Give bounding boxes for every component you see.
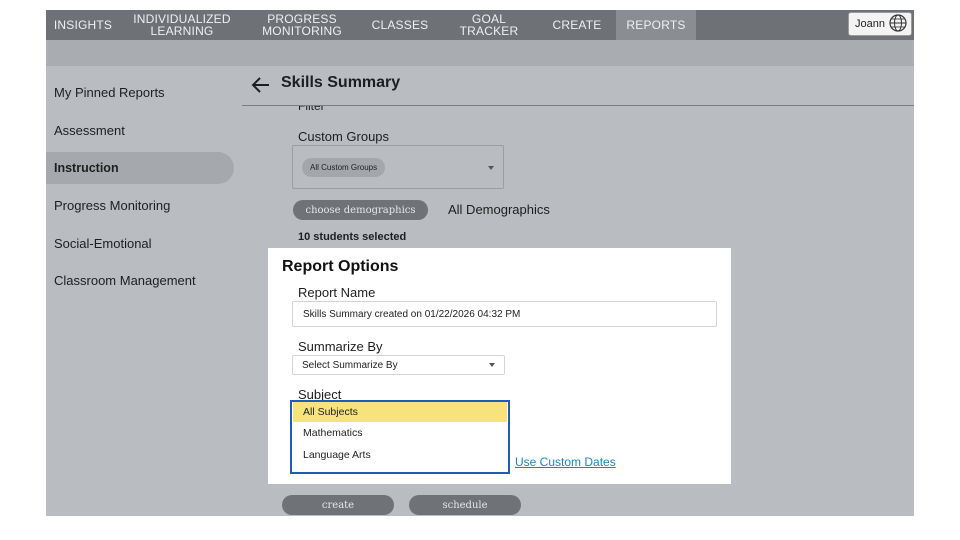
create-button[interactable]: create (282, 495, 394, 515)
subject-option-mathematics[interactable]: Mathematics (293, 423, 507, 443)
app-window: INSIGHTS INDIVIDUALIZED LEARNING PROGRES… (46, 10, 914, 516)
nav-progress-monitoring[interactable]: PROGRESS MONITORING (252, 10, 352, 40)
subject-option-language-arts[interactable]: Language Arts (293, 445, 507, 465)
nav-goal-tracker[interactable]: GOAL TRACKER (442, 10, 536, 40)
sidebar-item-classroom-management[interactable]: Classroom Management (46, 264, 234, 296)
report-options-card: Report Options Report Name Skills Summar… (268, 248, 731, 484)
report-name-input[interactable]: Skills Summary created on 01/22/2026 04:… (292, 301, 717, 327)
top-navigation: INSIGHTS INDIVIDUALIZED LEARNING PROGRES… (46, 10, 914, 40)
sidebar: My Pinned Reports Assessment Instruction… (46, 66, 242, 516)
summarize-by-placeholder: Select Summarize By (302, 359, 398, 371)
main-panel: Skills Summary Filter Custom Groups All … (242, 66, 914, 516)
demographics-value: All Demographics (448, 202, 550, 217)
sidebar-item-instruction[interactable]: Instruction (46, 152, 234, 184)
nav-individualized-learning[interactable]: INDIVIDUALIZED LEARNING (130, 10, 234, 40)
user-name: Joann (855, 18, 885, 30)
custom-groups-chip: All Custom Groups (302, 158, 386, 177)
chevron-down-icon (488, 166, 494, 170)
report-name-label: Report Name (298, 285, 376, 300)
sidebar-item-social-emotional[interactable]: Social-Emotional (46, 227, 234, 259)
students-selected-count: 10 students selected (298, 231, 407, 243)
chevron-down-icon (489, 363, 495, 367)
summarize-by-select[interactable]: Select Summarize By (292, 355, 505, 375)
report-options-title: Report Options (282, 258, 399, 275)
globe-icon (889, 13, 907, 35)
choose-demographics-button[interactable]: choose demographics (293, 200, 428, 220)
page-header: Skills Summary (242, 66, 914, 106)
subject-option-all-subjects[interactable]: All Subjects (293, 402, 507, 422)
sidebar-item-my-pinned-reports[interactable]: My Pinned Reports (46, 76, 234, 108)
nav-classes[interactable]: CLASSES (368, 10, 432, 40)
nav-insights[interactable]: INSIGHTS (46, 10, 120, 40)
page-title: Skills Summary (281, 74, 401, 91)
nav-reports[interactable]: REPORTS (616, 10, 696, 40)
sidebar-item-progress-monitoring[interactable]: Progress Monitoring (46, 189, 234, 221)
custom-groups-label: Custom Groups (298, 129, 390, 144)
use-custom-dates-link[interactable]: Use Custom Dates (515, 455, 616, 469)
summarize-by-label: Summarize By (298, 339, 383, 354)
nav-create[interactable]: CREATE (548, 10, 606, 40)
filter-section-label: Filter (298, 106, 325, 112)
schedule-button[interactable]: schedule (409, 495, 521, 515)
back-arrow-icon[interactable] (250, 74, 272, 96)
sub-toolbar (46, 40, 914, 66)
subject-dropdown-list: All Subjects Mathematics Language Arts (290, 400, 510, 474)
sidebar-item-assessment[interactable]: Assessment (46, 114, 234, 146)
custom-groups-select[interactable]: All Custom Groups (292, 145, 504, 189)
user-menu-button[interactable]: Joann (848, 12, 912, 36)
